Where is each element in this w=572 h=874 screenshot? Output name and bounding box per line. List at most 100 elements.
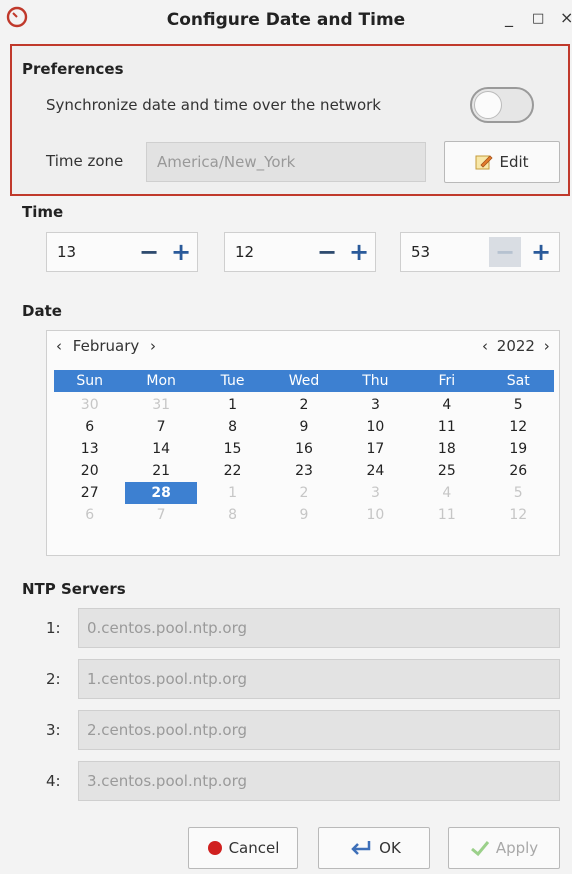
ntp-index: 1: <box>46 619 61 637</box>
calendar-day[interactable]: 25 <box>411 460 482 482</box>
weekday-label: Tue <box>220 373 245 389</box>
close-button[interactable]: × <box>560 8 572 27</box>
calendar-day[interactable]: 30 <box>54 394 125 416</box>
calendar-day[interactable]: 16 <box>268 438 339 460</box>
calendar-day[interactable]: 3 <box>340 394 411 416</box>
timezone-field[interactable]: America/New_York <box>146 142 426 182</box>
next-month-button[interactable]: › <box>150 337 156 355</box>
calendar-day[interactable]: 7 <box>125 504 196 526</box>
calendar-day[interactable]: 14 <box>125 438 196 460</box>
calendar-day[interactable]: 5 <box>483 394 554 416</box>
calendar-day[interactable]: 10 <box>340 416 411 438</box>
month-label: February <box>72 337 140 355</box>
calendar-day[interactable]: 4 <box>411 482 482 504</box>
ntp-index: 2: <box>46 670 61 688</box>
calendar-day[interactable]: 24 <box>340 460 411 482</box>
calendar-day[interactable]: 8 <box>197 504 268 526</box>
weekday-label: Thu <box>362 373 389 389</box>
cancel-button[interactable]: Cancel <box>188 827 298 869</box>
hour-decrement-button[interactable]: − <box>133 237 165 267</box>
calendar-day[interactable]: 17 <box>340 438 411 460</box>
calendar-day[interactable]: 9 <box>268 416 339 438</box>
month-selector: ‹ February › <box>56 337 156 355</box>
second-decrement-button[interactable]: − <box>489 237 521 267</box>
calendar-day[interactable]: 11 <box>411 416 482 438</box>
calendar-day[interactable]: 2 <box>268 394 339 416</box>
second-spinner[interactable]: 53 − + <box>400 232 560 272</box>
toggle-knob <box>474 91 502 119</box>
prev-year-button[interactable]: ‹ <box>482 337 488 355</box>
calendar-day[interactable]: 1 <box>197 482 268 504</box>
sync-toggle[interactable] <box>470 87 534 123</box>
calendar-week: 20 21 22 23 24 25 26 <box>54 460 554 482</box>
preferences-title: Preferences <box>22 60 124 78</box>
calendar-day[interactable]: 10 <box>340 504 411 526</box>
calendar-day[interactable]: 11 <box>411 504 482 526</box>
calendar-day-selected[interactable]: 28 <box>125 482 197 504</box>
prev-month-button[interactable]: ‹ <box>56 337 62 355</box>
calendar-grid: 30 31 1 2 3 4 5 6 7 8 9 10 11 12 13 14 1… <box>54 394 554 526</box>
minimize-button[interactable]: _ <box>505 8 513 27</box>
minute-value[interactable]: 12 <box>235 243 254 261</box>
calendar-day[interactable]: 2 <box>268 482 339 504</box>
cancel-label: Cancel <box>228 839 280 857</box>
calendar-day[interactable]: 6 <box>54 504 125 526</box>
edit-label: Edit <box>499 153 529 171</box>
ntp-server-field[interactable]: 2.centos.pool.ntp.org <box>78 710 560 750</box>
calendar-day[interactable]: 3 <box>340 482 411 504</box>
ntp-index: 3: <box>46 721 61 739</box>
ntp-server-field[interactable]: 1.centos.pool.ntp.org <box>78 659 560 699</box>
ntp-index: 4: <box>46 772 61 790</box>
calendar-day[interactable]: 31 <box>125 394 196 416</box>
apply-button[interactable]: Apply <box>448 827 560 869</box>
ntp-server-field[interactable]: 0.centos.pool.ntp.org <box>78 608 560 648</box>
calendar-day[interactable]: 12 <box>483 504 554 526</box>
weekday-header: Sun Mon Tue Wed Thu Fri Sat <box>54 370 554 392</box>
title-bar: Configure Date and Time _ □ × <box>0 0 572 44</box>
ntp-server-field[interactable]: 3.centos.pool.ntp.org <box>78 761 560 801</box>
checkmark-icon <box>470 841 489 857</box>
calendar-day[interactable]: 8 <box>197 416 268 438</box>
weekday-label: Mon <box>146 373 176 389</box>
calendar-day[interactable]: 1 <box>197 394 268 416</box>
calendar-week: 30 31 1 2 3 4 5 <box>54 394 554 416</box>
calendar-day[interactable]: 23 <box>268 460 339 482</box>
minute-decrement-button[interactable]: − <box>311 237 343 267</box>
calendar-day[interactable]: 20 <box>54 460 125 482</box>
calendar-day[interactable]: 5 <box>483 482 554 504</box>
hour-value[interactable]: 13 <box>57 243 76 261</box>
minute-spinner[interactable]: 12 − + <box>224 232 376 272</box>
edit-button[interactable]: Edit <box>444 141 560 183</box>
hour-increment-button[interactable]: + <box>165 237 197 267</box>
calendar-day[interactable]: 22 <box>197 460 268 482</box>
calendar-day[interactable]: 21 <box>125 460 196 482</box>
calendar-week: 6 7 8 9 10 11 12 <box>54 504 554 526</box>
calendar-day[interactable]: 18 <box>411 438 482 460</box>
apply-label: Apply <box>495 839 539 857</box>
year-selector: ‹ 2022 › <box>482 337 550 355</box>
date-title: Date <box>22 302 62 320</box>
calendar-day[interactable]: 4 <box>411 394 482 416</box>
window-title: Configure Date and Time <box>166 10 406 30</box>
ok-button[interactable]: OK <box>318 827 430 869</box>
minute-increment-button[interactable]: + <box>343 237 375 267</box>
second-value[interactable]: 53 <box>411 243 430 261</box>
weekday-label: Sun <box>76 373 104 389</box>
calendar-day[interactable]: 12 <box>483 416 554 438</box>
sync-label: Synchronize date and time over the netwo… <box>46 96 381 114</box>
calendar-day[interactable]: 13 <box>54 438 125 460</box>
calendar-day[interactable]: 19 <box>483 438 554 460</box>
time-title: Time <box>22 203 64 221</box>
calendar-day[interactable]: 27 <box>54 482 125 504</box>
weekday-label: Sat <box>506 373 530 389</box>
next-year-button[interactable]: › <box>544 337 550 355</box>
maximize-button[interactable]: □ <box>532 11 544 26</box>
calendar-day[interactable]: 15 <box>197 438 268 460</box>
calendar-day[interactable]: 26 <box>483 460 554 482</box>
hour-spinner[interactable]: 13 − + <box>46 232 198 272</box>
calendar-day[interactable]: 6 <box>54 416 125 438</box>
calendar-day[interactable]: 9 <box>268 504 339 526</box>
calendar-day[interactable]: 7 <box>125 416 196 438</box>
edit-icon <box>475 155 494 170</box>
second-increment-button[interactable]: + <box>525 237 557 267</box>
